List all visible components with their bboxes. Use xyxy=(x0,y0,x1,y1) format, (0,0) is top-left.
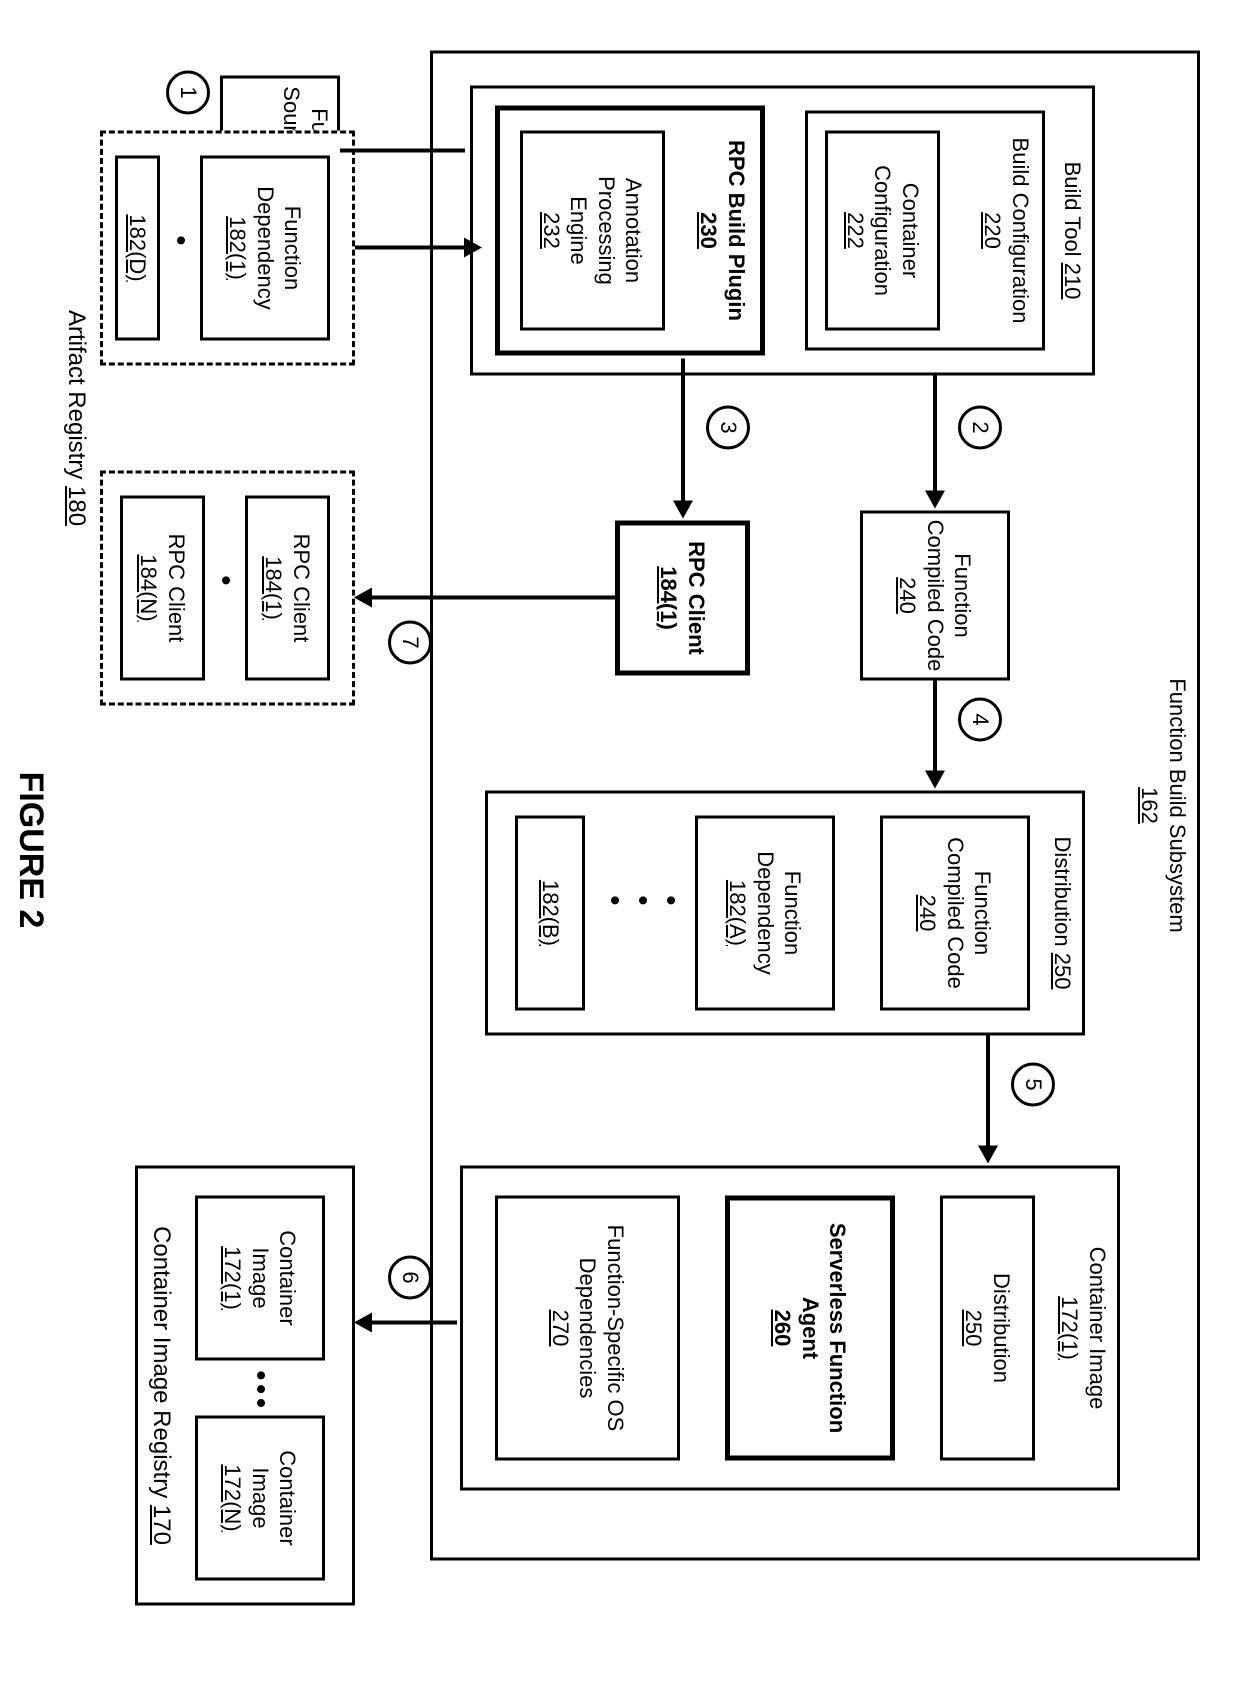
step-6: 6 xyxy=(388,1255,432,1299)
function-dependency-1: Function Dependency182(1) xyxy=(200,155,330,340)
ci-n: Container Image172(N) xyxy=(195,1415,325,1580)
fd-a-title: Function Dependency 182(A) xyxy=(720,818,811,1007)
sfa-title: Serverless Function Agent 260 xyxy=(765,1200,856,1455)
step-4: 4 xyxy=(958,697,1002,741)
rpc-client-title: RPC Client 184(1) xyxy=(651,535,714,661)
annotation-engine: Annotation Processing Engine 232 xyxy=(520,130,665,330)
osd-title: Function-Specific OS Dependencies 270 xyxy=(542,1198,633,1457)
arrow-2-head xyxy=(925,490,945,508)
dots-cir: ••• xyxy=(247,1370,275,1411)
dist-small-title: Distribution 250 xyxy=(956,1266,1019,1388)
step-7: 7 xyxy=(388,620,432,664)
rpc-plugin-title: RPC Build Plugin 230 xyxy=(691,134,760,327)
arrow-3-head xyxy=(673,500,693,518)
build-cfg-title: Build Configuration 220 xyxy=(975,131,1042,329)
distribution-small: Distribution 250 xyxy=(940,1195,1035,1460)
function-dependency-a: Function Dependency 182(A) xyxy=(695,815,835,1010)
arrow-4-head xyxy=(925,770,945,788)
arrow-6-line xyxy=(372,1320,457,1324)
serverless-function-agent: Serverless Function Agent 260 xyxy=(725,1195,895,1460)
dep-b: 182(B) xyxy=(515,815,585,1010)
arrow-5-head xyxy=(978,1145,998,1163)
arrow-7-line xyxy=(372,595,615,599)
dist-func-code: Function Compiled Code 240 xyxy=(880,815,1030,1010)
arrow-3-line xyxy=(681,358,685,503)
build-tool-title: Build Tool 210 xyxy=(1055,155,1093,305)
dist-fcc-title: Function Compiled Code 240 xyxy=(910,818,1001,1007)
fbs-title: Function Build Subsystem 162 xyxy=(1132,672,1197,938)
cir-label: Container Image Registry 170 xyxy=(147,1165,175,1605)
step-2: 2 xyxy=(958,405,1002,449)
arrow-art-line xyxy=(355,245,467,249)
arrow-1-line xyxy=(340,148,425,152)
arrow-7-head xyxy=(354,587,372,607)
step-5: 5 xyxy=(1011,1062,1055,1106)
dots-dist: ••• xyxy=(601,895,685,909)
arrow-1-line2 xyxy=(425,148,465,152)
step-3: 3 xyxy=(706,405,750,449)
arrow-art-head xyxy=(464,237,482,257)
function-compiled-code: Function Compiled Code 240 xyxy=(860,510,1010,680)
arrow-2-line xyxy=(933,375,937,493)
fcc-title: Function Compiled Code 240 xyxy=(890,513,981,677)
arrow-5-line xyxy=(986,1035,990,1148)
cont-cfg-title: Container Configuration 222 xyxy=(837,133,928,327)
artifact-label: Artifact Registry 180 xyxy=(62,130,90,705)
rpc-client-n: RPC Client184(N) xyxy=(120,495,205,680)
container-configuration: Container Configuration 222 xyxy=(825,130,940,330)
ci-1: Container Image172(1) xyxy=(195,1195,325,1360)
dist-title: Distribution 250 xyxy=(1045,830,1083,995)
os-dependencies: Function-Specific OS Dependencies 270 xyxy=(495,1195,680,1460)
rpc-client-1: RPC Client184(1) xyxy=(245,495,330,680)
rpc-client: RPC Client 184(1) xyxy=(615,520,750,675)
anno-title: Annotation Processing Engine 232 xyxy=(534,133,652,327)
dep-d: 182(D) xyxy=(115,155,160,340)
ci-title: Container Image172(1) xyxy=(1052,1240,1117,1415)
arrow-6-head xyxy=(354,1312,372,1332)
figure-caption: FIGURE 2 xyxy=(11,0,50,1699)
step-1: 1 xyxy=(166,70,210,114)
arrow-4-line xyxy=(933,680,937,773)
